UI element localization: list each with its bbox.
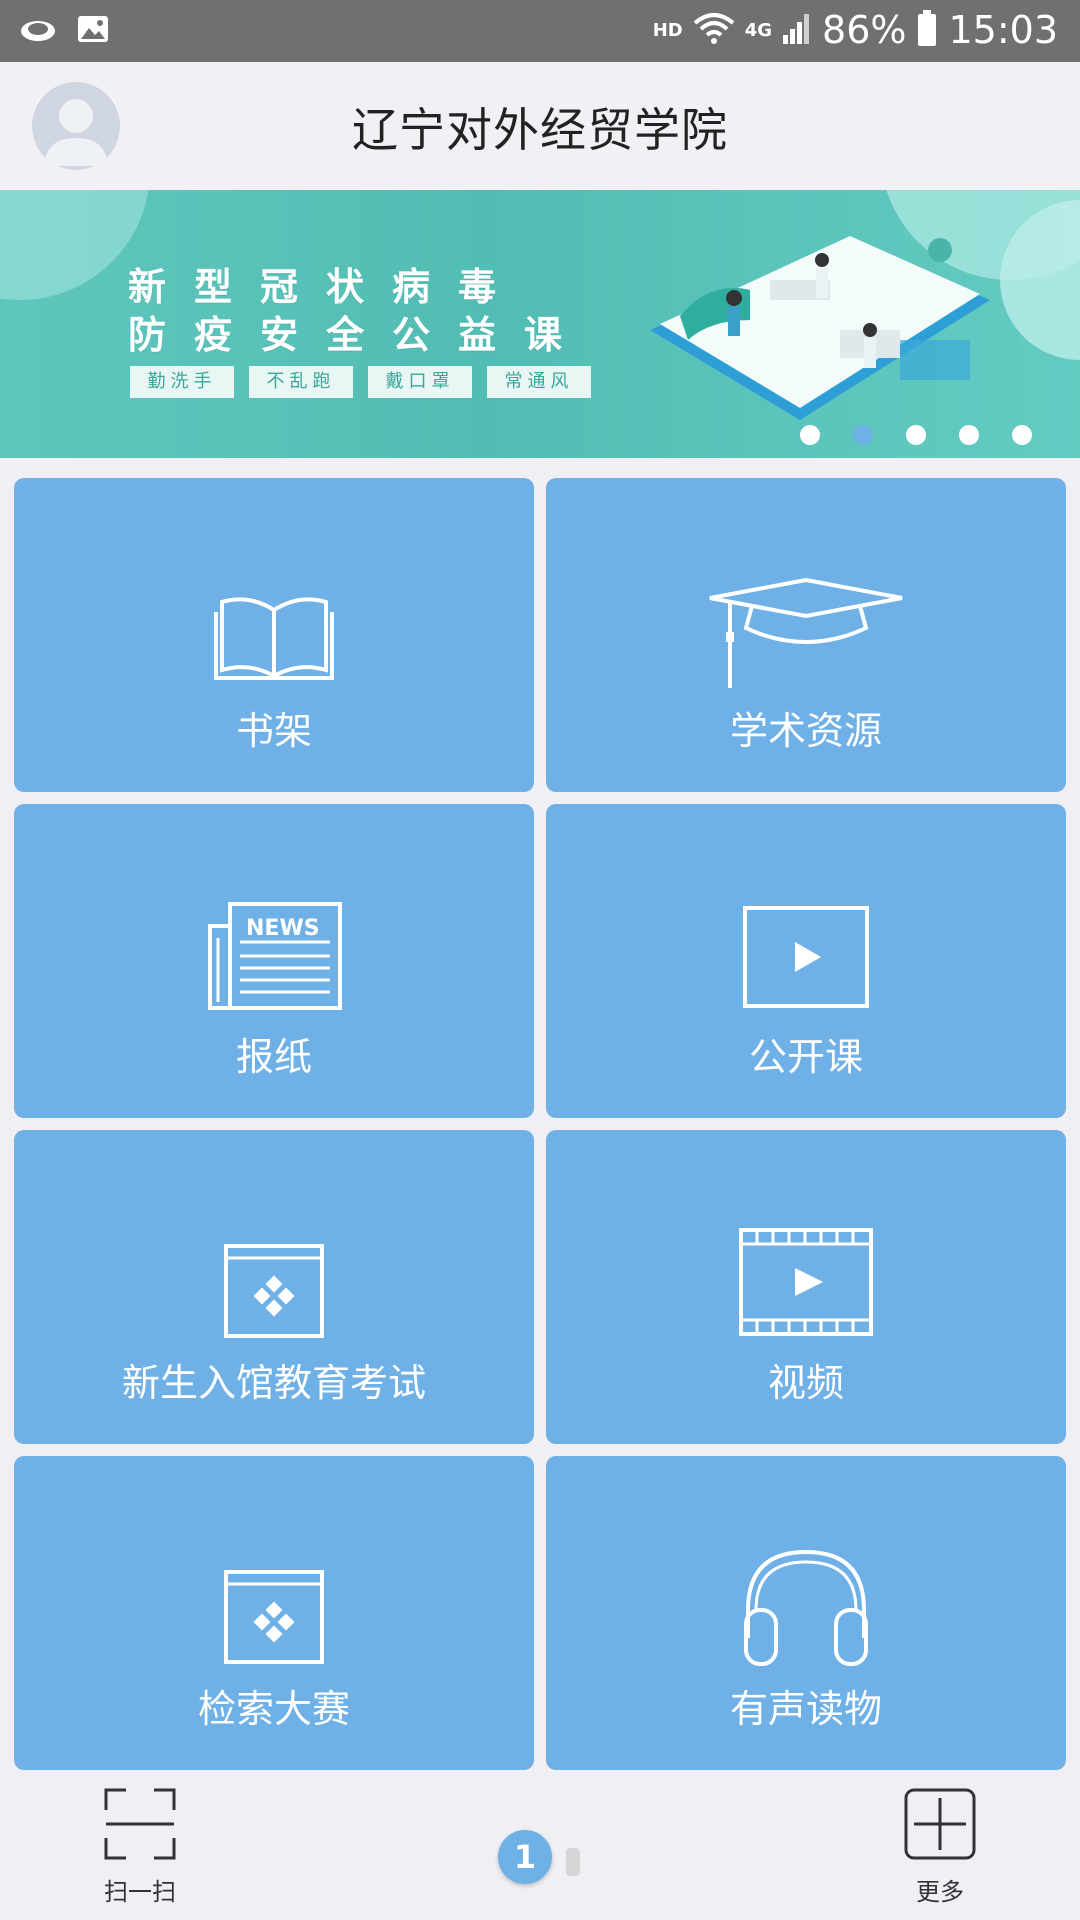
status-bar: HD 4G 86% 15:03 (0, 0, 1080, 62)
wifi-icon (693, 11, 735, 49)
bottom-bar: 扫一扫 1 更多 (0, 1768, 1080, 1920)
app-window-icon (224, 1244, 324, 1338)
newspaper-news-text: NEWS (246, 916, 320, 941)
carousel-dot[interactable] (959, 425, 979, 445)
cloud-icon (18, 14, 58, 48)
carousel-dot[interactable] (1012, 425, 1032, 445)
image-icon (76, 14, 110, 48)
tile-audiobooks[interactable]: 有声读物 (546, 1456, 1066, 1770)
clinic-illustration (650, 236, 990, 420)
tile-open-course[interactable]: 公开课 (546, 804, 1066, 1118)
page-indicator[interactable]: 1 (498, 1830, 552, 1884)
app-window-icon (224, 1570, 324, 1664)
banner-tag: 常通风 (487, 366, 591, 398)
tile-label: 公开课 (748, 1035, 863, 1079)
clock: 15:03 (948, 8, 1058, 52)
banner-tag: 戴口罩 (368, 366, 472, 398)
tile-video[interactable]: 视频 (546, 1130, 1066, 1444)
carousel-dot[interactable] (906, 425, 926, 445)
page-title: 辽宁对外经贸学院 (352, 103, 728, 157)
hd-indicator: HD (652, 19, 683, 41)
network-type: 4G (744, 19, 773, 41)
tile-label: 视频 (767, 1361, 844, 1405)
battery-icon (916, 9, 938, 51)
tile-newspaper[interactable]: NEWS 报纸 (14, 804, 534, 1118)
battery-percent: 86% (822, 8, 907, 52)
plus-icon (904, 1788, 976, 1860)
tile-search-contest[interactable]: 检索大赛 (14, 1456, 534, 1770)
tile-label: 报纸 (235, 1035, 312, 1079)
tile-label: 新生入馆教育考试 (121, 1361, 426, 1405)
tile-label: 学术资源 (729, 709, 882, 753)
scan-label: 扫一扫 (104, 1878, 176, 1906)
tile-label: 有声读物 (729, 1687, 882, 1731)
banner-tag: 勤洗手 (130, 366, 234, 398)
tile-academic-resources[interactable]: 学术资源 (546, 478, 1066, 792)
more-button[interactable]: 更多 (890, 1788, 990, 1907)
app-header: 辽宁对外经贸学院 (0, 62, 1080, 191)
headphones-icon (744, 1549, 868, 1666)
tile-label: 书架 (235, 709, 312, 753)
film-icon (739, 1228, 873, 1336)
graduation-cap-icon (709, 578, 903, 688)
carousel-indicator (800, 425, 1032, 445)
promo-banner[interactable]: 新型冠状病毒 防疫安全公益课 勤洗手 不乱跑 戴口罩 常通风 (0, 190, 1080, 458)
more-label: 更多 (916, 1878, 964, 1906)
tile-bookshelf[interactable]: 书架 (14, 478, 534, 792)
scan-button[interactable]: 扫一扫 (90, 1788, 190, 1907)
signal-icon (782, 11, 812, 49)
banner-heading-line2: 防疫安全公益课 (128, 313, 591, 357)
carousel-dot-active[interactable] (853, 425, 873, 445)
scan-icon (104, 1788, 176, 1860)
tile-freshman-exam[interactable]: 新生入馆教育考试 (14, 1130, 534, 1444)
play-screen-icon (743, 906, 869, 1008)
book-icon (214, 597, 334, 680)
banner-tag: 不乱跑 (249, 366, 353, 398)
carousel-dot[interactable] (800, 425, 820, 445)
page-indicator-next[interactable] (566, 1848, 580, 1876)
tile-label: 检索大赛 (197, 1687, 350, 1731)
banner-heading-line1: 新型冠状病毒 (128, 265, 525, 309)
